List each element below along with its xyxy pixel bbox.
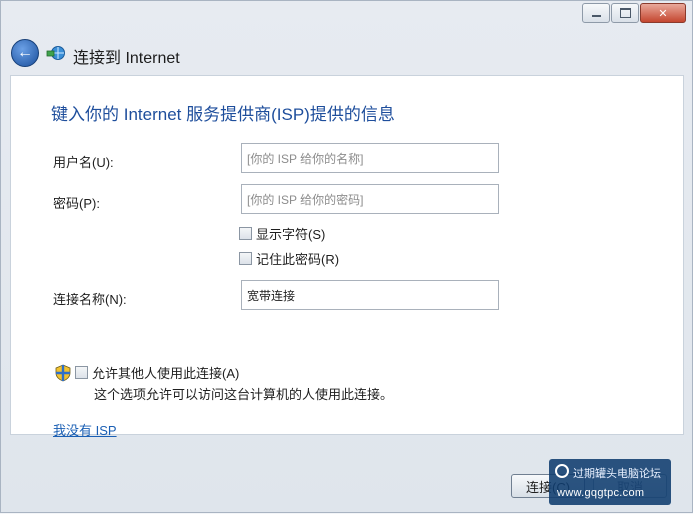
site-watermark: 过期罐头电脑论坛 www.gqgtpc.com [549,459,671,505]
maximize-button[interactable] [611,3,639,23]
dialog-window: ✕ ← 连接到 Internet 键入你的 Internet 服务提供商(ISP… [0,0,693,513]
remember-password-label: 记住此密码(R) [256,252,340,267]
wizard-content: 键入你的 Internet 服务提供商(ISP)提供的信息 用户名(U): [你… [10,75,684,438]
back-button[interactable]: ← [11,39,39,67]
back-arrow-icon: ← [17,44,33,61]
remember-password-row[interactable]: 记住此密码(R) [239,249,339,268]
show-chars-label: 显示字符(S) [256,227,326,242]
connection-name-label: 连接名称(N): [53,292,127,307]
username-label: 用户名(U): [53,155,114,170]
connection-name-field[interactable]: 宽带连接 [241,280,499,310]
allow-others-description: 这个选项允许可以访问这台计算机的人使用此连接。 [94,387,394,402]
network-globe-icon [46,46,65,60]
close-button[interactable]: ✕ [640,3,686,23]
window-title: 连接到 Internet [73,50,180,67]
username-field[interactable]: [你的 ISP 给你的名称] [241,143,499,173]
watermark-logo-icon [555,464,569,478]
watermark-url: www.gqgtpc.com [557,487,645,499]
uac-shield-icon [55,364,71,381]
allow-others-checkbox[interactable] [75,366,88,379]
caption-buttons: ✕ [582,3,686,23]
remember-password-checkbox[interactable] [239,252,252,265]
show-chars-checkbox[interactable] [239,227,252,240]
password-field[interactable]: [你的 ISP 给你的密码] [241,184,499,214]
watermark-title: 过期罐头电脑论坛 [573,468,661,480]
page-heading: 键入你的 Internet 服务提供商(ISP)提供的信息 [51,105,395,124]
allow-others-label: 允许其他人使用此连接(A) [92,366,240,381]
show-chars-row[interactable]: 显示字符(S) [239,224,325,243]
password-label: 密码(P): [53,196,100,211]
wizard-header: ← 连接到 Internet [1,31,693,75]
minimize-button[interactable] [582,3,610,23]
allow-others-row[interactable]: 允许其他人使用此连接(A) [55,363,239,382]
